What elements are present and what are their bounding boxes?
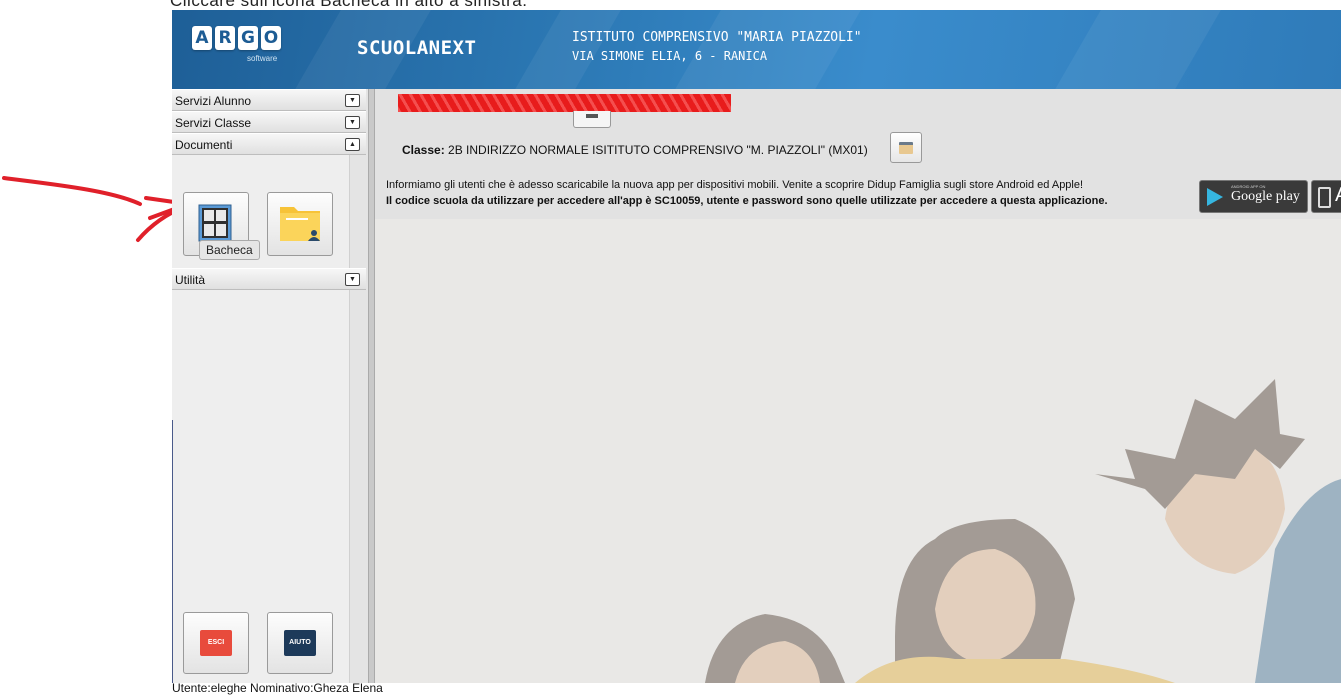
class-info: Classe: 2B INDIRIZZO NORMALE ISITITUTO C…: [402, 143, 868, 157]
sidebar-scrollbar[interactable]: [349, 89, 368, 683]
school-address: VIA SIMONE ELIA, 6 - RANICA: [572, 49, 768, 63]
accordion-utilita[interactable]: Utilità ▼: [172, 268, 366, 290]
panel-splitter[interactable]: [368, 89, 375, 683]
student-photo-tab[interactable]: [573, 111, 611, 128]
app-announcement: Informiamo gli utenti che è adesso scari…: [386, 179, 1084, 191]
logo-letter: O: [261, 26, 281, 50]
help-button[interactable]: AIUTO: [267, 612, 333, 674]
folder-user-icon: [280, 207, 320, 241]
logo-subtitle: software: [247, 54, 278, 63]
accordion-documenti[interactable]: Documenti ▲: [172, 133, 366, 155]
brand-name: SCUOLANEXT: [357, 37, 477, 59]
accordion-label: Utilità: [175, 273, 206, 287]
family-illustration: [375, 219, 1341, 683]
user-info: Utente:eleghe Nominativo:Gheza Elena: [172, 681, 383, 695]
main-content: Classe: 2B INDIRIZZO NORMALE ISITITUTO C…: [375, 89, 1341, 683]
logo-letter: G: [238, 26, 258, 50]
logo-letter: R: [215, 26, 235, 50]
app-school-code-note: Il codice scuola da utilizzare per acced…: [386, 195, 1108, 207]
app-header: A R G O software SCUOLANEXT ISTITUTO COM…: [172, 10, 1341, 89]
google-play-icon: [1207, 188, 1223, 206]
help-label: AIUTO: [284, 630, 316, 656]
class-value: 2B INDIRIZZO NORMALE ISITITUTO COMPRENSI…: [448, 143, 868, 157]
expand-icon[interactable]: ▼: [345, 94, 360, 107]
info-panel: Classe: 2B INDIRIZZO NORMALE ISITITUTO C…: [375, 89, 1341, 220]
class-label: Classe:: [402, 143, 445, 157]
accordion-servizi-classe[interactable]: Servizi Classe ▼: [172, 111, 366, 133]
expand-icon[interactable]: ▼: [345, 116, 360, 129]
accordion-label: Servizi Classe: [175, 116, 252, 130]
collapse-icon[interactable]: ▲: [345, 138, 360, 151]
exit-label: ESCI: [200, 630, 232, 656]
google-play-badge[interactable]: ANDROID APP ON Google play: [1199, 180, 1308, 213]
accordion-label: Documenti: [175, 138, 233, 152]
redacted-student-name: [398, 94, 731, 112]
card-icon: [899, 142, 913, 154]
bacheca-tooltip: Bacheca: [199, 240, 260, 260]
app-store-badge[interactable]: A: [1311, 180, 1341, 213]
window-edge: [172, 420, 173, 683]
accordion-label: Servizi Alunno: [175, 94, 252, 108]
documenti-classe-button[interactable]: [267, 192, 333, 256]
exit-button[interactable]: ESCI: [183, 612, 249, 674]
logo-letter: A: [192, 26, 212, 50]
school-name: ISTITUTO COMPRENSIVO "MARIA PIAZZOLI": [572, 30, 862, 45]
phone-icon: [1318, 187, 1331, 208]
status-bar: Utente:eleghe Nominativo:Gheza Elena: [172, 681, 1341, 695]
argo-logo: A R G O: [192, 26, 281, 50]
app-store-label: A: [1335, 184, 1341, 207]
sidebar: Servizi Alunno ▼ Servizi Classe ▼ Docume…: [172, 89, 369, 683]
accordion-servizi-alunno[interactable]: Servizi Alunno ▼: [172, 89, 366, 111]
expand-icon[interactable]: ▼: [345, 273, 360, 286]
google-play-label: Google play: [1231, 189, 1300, 204]
class-details-button[interactable]: [890, 132, 922, 163]
app-window: A R G O software SCUOLANEXT ISTITUTO COM…: [172, 10, 1341, 683]
